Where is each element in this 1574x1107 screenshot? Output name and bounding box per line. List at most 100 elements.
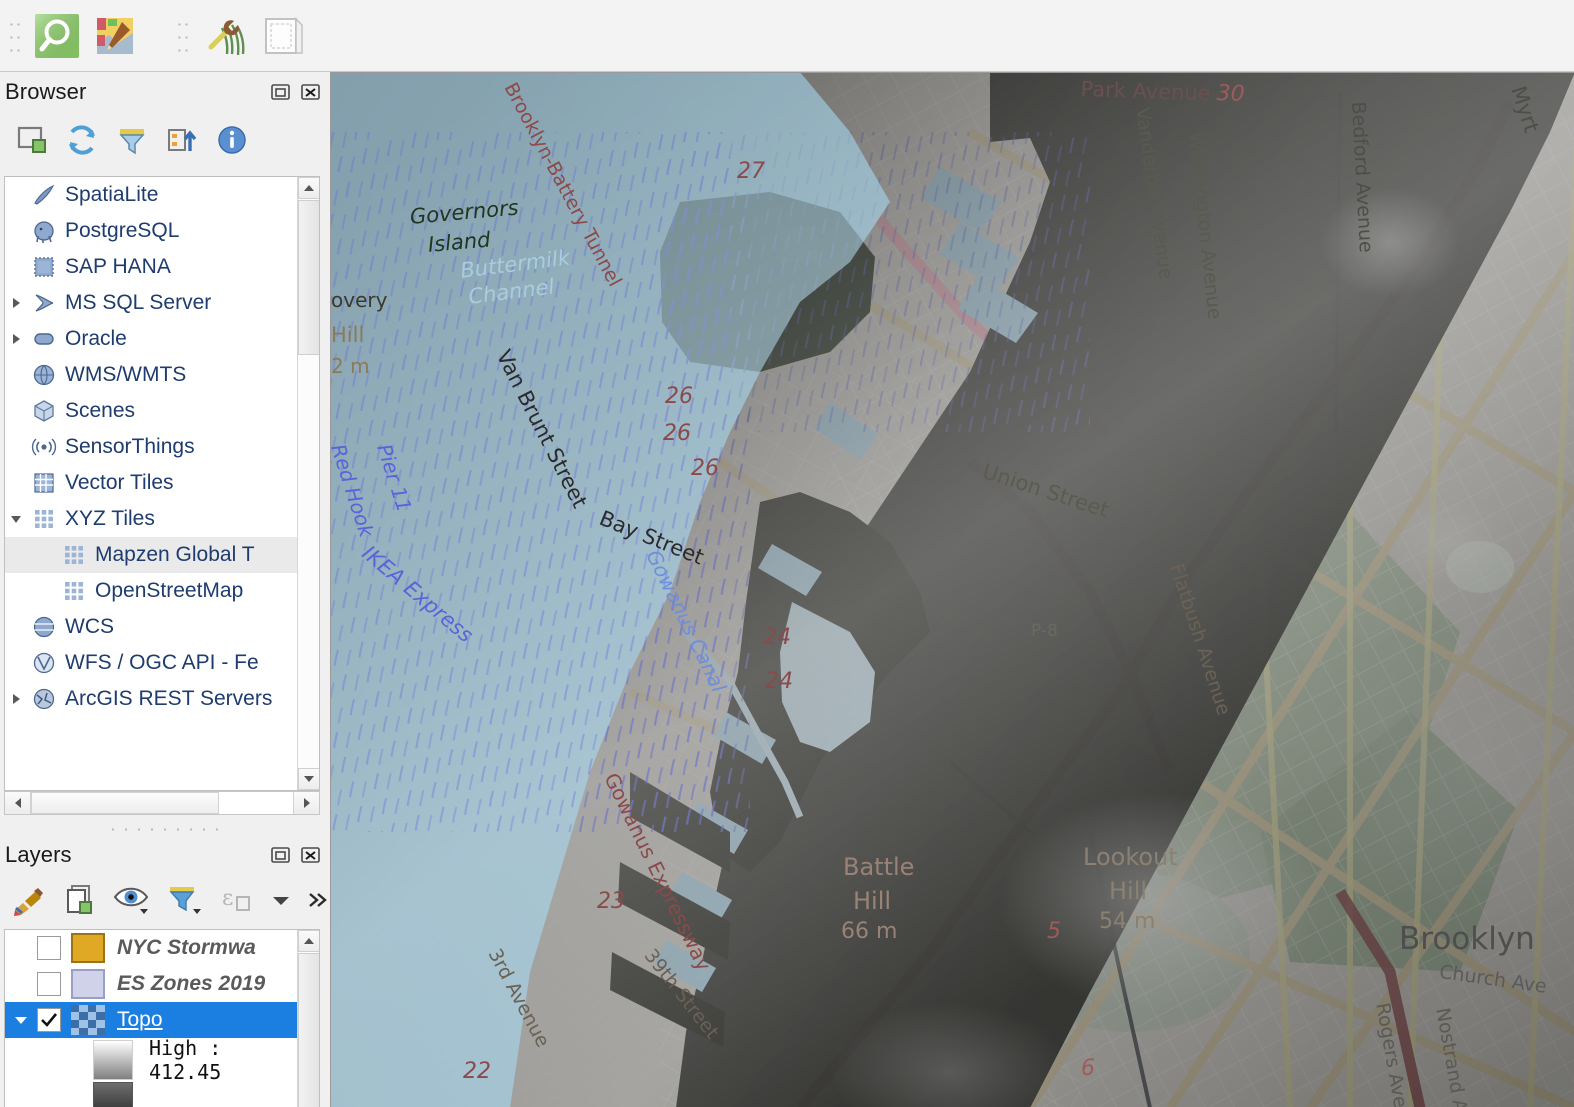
browser-scroll-thumb[interactable] [298,200,319,355]
legend-swatch-low [93,1082,133,1107]
arcgis-icon [27,686,61,712]
layer-item-nyc-stormwa[interactable]: NYC Stormwa [5,930,297,966]
layer-twisty-icon[interactable] [5,1012,37,1028]
filter-legend-icon[interactable] [167,878,205,922]
layer-symbol [71,933,105,963]
browser-item-scenes[interactable]: Scenes [5,393,297,429]
browser-horizontal-scrollbar[interactable] [4,791,320,815]
refresh-icon[interactable] [60,118,104,162]
browser-hscroll-left-icon[interactable] [5,792,31,814]
browser-item-label: SpatiaLite [65,183,159,206]
layers-vertical-scrollbar[interactable] [297,930,319,1107]
map-canvas[interactable]: Governors Island Buttermilk Channel overy Hil… [330,72,1574,1107]
layers-scroll-up-icon[interactable] [298,930,319,952]
layer-symbol [71,1005,105,1035]
browser-item-ms-sql-server[interactable]: MS SQL Server [5,285,297,321]
map-rendering [331,73,1574,1107]
scenes-icon [27,398,61,424]
browser-item-label: XYZ Tiles [65,507,155,530]
left-dock: Browser SpatiaLite PostgreSQL SAP HANA M… [0,72,330,1107]
layers-panel-header: Layers [0,835,330,875]
browser-item-arcgis-rest-servers[interactable]: ArcGIS REST Servers [5,681,297,717]
layers-scroll-thumb[interactable] [298,953,319,1107]
style-manager-button[interactable] [88,9,142,63]
browser-hscroll-thumb[interactable] [31,792,219,814]
overflow-icon[interactable] [306,878,330,922]
manage-visibility-icon[interactable] [113,878,153,922]
browser-close-icon[interactable] [298,79,324,105]
processing-toolbox-button[interactable] [198,9,252,63]
browser-tree[interactable]: SpatiaLite PostgreSQL SAP HANA MS SQL Ser… [4,176,320,791]
browser-item-wcs[interactable]: WCS [5,609,297,645]
toolbar-grip[interactable] [7,12,21,59]
spatialite-icon [27,182,61,208]
browser-item-spatialite[interactable]: SpatiaLite [5,177,297,213]
layer-visibility-checkbox[interactable] [37,936,61,960]
browser-item-openstreetmap[interactable]: OpenStreetMap [5,573,297,609]
browser-undock-icon[interactable] [268,79,294,105]
browser-scroll-up-icon[interactable] [298,177,319,199]
layer-item-es-zones-2019[interactable]: ES Zones 2019 [5,966,297,1002]
browser-hscroll-right-icon[interactable] [293,792,319,814]
wcs-icon [27,614,61,640]
browser-scroll-down-icon[interactable] [298,768,319,790]
browser-item-wms-wmts[interactable]: WMS/WMTS [5,357,297,393]
browser-item-vector-tiles[interactable]: Vector Tiles [5,465,297,501]
twisty-icon[interactable] [5,692,27,706]
properties-icon[interactable] [210,118,254,162]
legend-swatch-high [93,1040,133,1080]
twisty-icon[interactable] [5,512,27,526]
browser-item-mapzen-global-t[interactable]: Mapzen Global T [5,537,297,573]
xyz-tiles-icon [57,542,91,568]
browser-item-xyz-tiles[interactable]: XYZ Tiles [5,501,297,537]
oracle-icon [27,326,61,352]
filter-icon[interactable] [110,118,154,162]
layer-item-topo[interactable]: Topo [5,1002,297,1038]
browser-item-label: ArcGIS REST Servers [65,687,273,710]
expression-filter-icon[interactable]: ε [219,878,256,922]
browser-item-sensorthings[interactable]: SensorThings [5,429,297,465]
add-group-icon[interactable] [62,878,99,922]
layer-name: NYC Stormwa [117,936,256,959]
toolbar-grip-2[interactable] [175,12,189,59]
legend-row-low: Low : -49.7 [5,1082,297,1107]
dropdown-arrow-icon[interactable] [270,878,292,922]
legend-row-high: High : 412.45 [5,1036,297,1084]
layer-symbol [71,969,105,999]
zoom-full-button[interactable] [30,9,84,63]
wms-icon [27,362,61,388]
twisty-icon[interactable] [5,296,27,310]
add-layer-icon[interactable] [10,118,54,162]
browser-item-label: OpenStreetMap [95,579,244,602]
browser-item-label: Scenes [65,399,136,422]
browser-item-wfs-ogc-api-fe[interactable]: WFS / OGC API - Fe [5,645,297,681]
print-layout-button[interactable] [256,9,310,63]
browser-item-label: Oracle [65,327,127,350]
layer-name: Topo [117,1008,163,1031]
legend-high-label: High : 412.45 [149,1036,222,1084]
layers-tree[interactable]: NYC Stormwa ES Zones 2019 Topo High : 412.… [4,929,320,1107]
collapse-all-icon[interactable] [160,118,204,162]
open-layer-styling-icon[interactable] [10,878,48,922]
browser-item-postgresql[interactable]: PostgreSQL [5,213,297,249]
browser-item-label: SensorThings [65,435,195,458]
layer-visibility-checkbox[interactable] [37,972,61,996]
twisty-icon[interactable] [5,332,27,346]
vector-tiles-icon [27,470,61,496]
xyz-tiles-icon [57,578,91,604]
layers-close-icon[interactable] [298,842,324,868]
dock-splitter-grip[interactable] [110,822,220,836]
xyz-tiles-icon [27,506,61,532]
browser-item-label: PostgreSQL [65,219,180,242]
svg-text:ε: ε [222,886,233,911]
postgresql-icon [27,218,61,244]
browser-item-sap-hana[interactable]: SAP HANA [5,249,297,285]
layers-panel-title: Layers [5,842,72,867]
main-toolbar [0,0,1574,72]
layers-undock-icon[interactable] [268,842,294,868]
layers-panel-toolbar: ε [0,872,330,928]
layer-visibility-checkbox[interactable] [37,1008,61,1032]
browser-vertical-scrollbar[interactable] [297,177,319,790]
browser-item-oracle[interactable]: Oracle [5,321,297,357]
mssql-icon [27,290,61,316]
